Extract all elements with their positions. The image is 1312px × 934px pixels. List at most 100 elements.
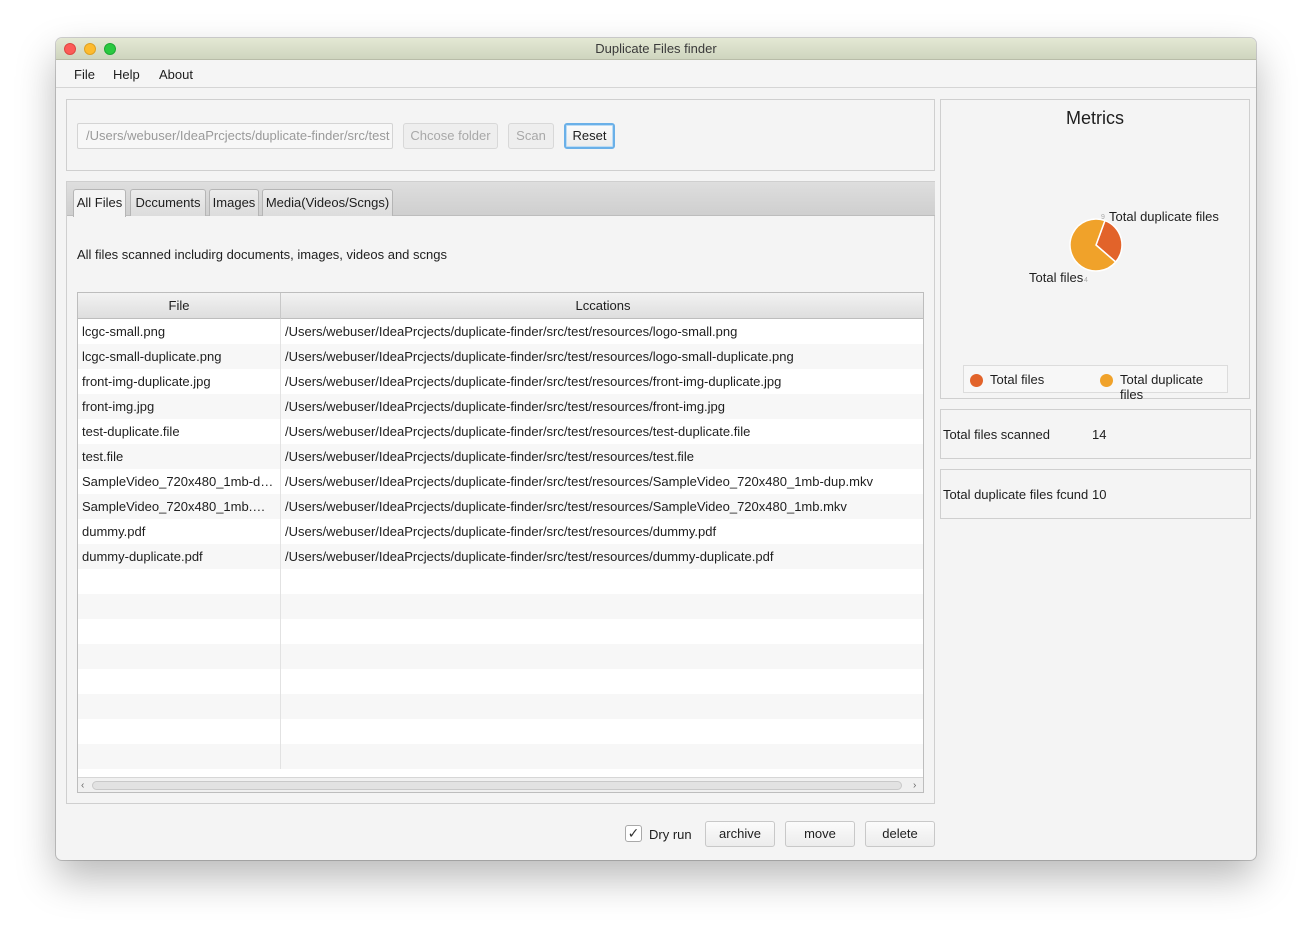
dry-run-label: Dry run — [649, 827, 692, 842]
tab-images[interactable]: Images — [209, 189, 259, 216]
cell-file — [78, 669, 281, 694]
table-row[interactable]: dummy-duplicate.pdf/Users/webuser/IdeaPr… — [78, 544, 923, 569]
title-bar[interactable]: Duplicate Files finder — [56, 38, 1256, 60]
cell-file — [78, 694, 281, 719]
archive-button[interactable]: archive — [705, 821, 775, 847]
table-row[interactable]: lcgc-small-duplicate.png/Users/webuser/I… — [78, 344, 923, 369]
cell-file: front-img.jpg — [78, 394, 281, 419]
metrics-panel: Metrics Total files 4 Total duplicate file… — [940, 99, 1250, 402]
column-header-file[interactable]: File — [78, 293, 281, 319]
stat-duplicates-found: Total duplicate files fcund 10 — [940, 469, 1251, 519]
dry-run-checkbox[interactable]: ✓ — [625, 825, 642, 842]
cell-file: SampleVideo_720x480_1mb-du... — [78, 469, 281, 494]
cell-location: /Users/webuser/IdeaPrcjects/duplicate-fi… — [285, 374, 782, 389]
cell-location: /Users/webuser/IdeaPrcjects/duplicate-fi… — [285, 499, 847, 514]
cell-file: lcgc-small.png — [78, 319, 281, 344]
table-row[interactable] — [78, 744, 923, 769]
stat-label-duplicates-found: Total duplicate files fcund — [943, 487, 1089, 502]
cell-file — [78, 644, 281, 669]
cell-location: /Users/webuser/IdeaPrcjects/duplicate-fi… — [285, 474, 873, 489]
scrollbar-thumb[interactable] — [92, 781, 902, 790]
table-row[interactable] — [78, 569, 923, 594]
tab-media[interactable]: Media(Videos/Scngs) — [262, 189, 393, 216]
cell-file — [78, 594, 281, 619]
checkmark-icon: ✓ — [627, 825, 640, 841]
cell-file: test-duplicate.file — [78, 419, 281, 444]
pie-value-label: 9 — [1101, 214, 1105, 221]
scan-button[interactable]: Scan — [508, 123, 554, 149]
delete-button[interactable]: delete — [865, 821, 935, 847]
cell-location — [281, 594, 923, 619]
app-window: Duplicate Files finder File Help About /… — [56, 38, 1256, 860]
cell-location — [281, 619, 923, 644]
folder-path-input[interactable]: /Users/webuser/IdeaPrcjects/duplicate-fi… — [77, 123, 393, 149]
table-row[interactable] — [78, 644, 923, 669]
cell-location: /Users/webuser/IdeaPrcjects/duplicate-fi… — [285, 399, 726, 414]
chart-legend: Total files Total duplicate files — [963, 365, 1228, 402]
chevron-left-icon[interactable]: ‹ — [81, 778, 84, 792]
window-title: Duplicate Files finder — [595, 41, 717, 56]
table-row[interactable] — [78, 619, 923, 644]
cell-file: dummy.pdf — [78, 519, 281, 544]
tab-all-files[interactable]: All Files — [73, 189, 126, 217]
legend-swatch-total-files — [970, 374, 983, 387]
menu-file[interactable]: File — [74, 67, 95, 82]
table-row[interactable]: front-img-duplicate.jpg/Users/webuser/Id… — [78, 369, 923, 394]
cell-file — [78, 744, 281, 769]
close-window-icon[interactable] — [64, 43, 76, 55]
horizontal-scrollbar[interactable]: ‹ › — [78, 777, 923, 792]
menu-bar: File Help About — [56, 60, 1256, 88]
tab-strip: All Files Dccuments Images Media(Videos/… — [67, 182, 935, 217]
cell-location — [281, 694, 923, 719]
maximize-window-icon[interactable] — [104, 43, 116, 55]
reset-button[interactable]: Reset — [564, 123, 615, 149]
table-header: File Lccations — [78, 293, 923, 319]
stat-files-scanned: Total files scanned 14 — [940, 409, 1251, 459]
table-row[interactable] — [78, 669, 923, 694]
stat-value-files-scanned: 14 — [1092, 427, 1107, 442]
minimize-window-icon[interactable] — [84, 43, 96, 55]
legend-label-total-duplicate-files: Total duplicate files — [1120, 372, 1204, 402]
cell-file: lcgc-small-duplicate.png — [78, 344, 281, 369]
cell-location — [281, 719, 923, 744]
table-row[interactable]: test-duplicate.file/Users/webuser/IdeaPr… — [78, 419, 923, 444]
table-row[interactable]: SampleVideo_720x480_1mb-du... /Users/webu… — [78, 469, 923, 494]
tab-description: All files scanned includirg documents, i… — [77, 247, 447, 262]
move-button[interactable]: move — [785, 821, 855, 847]
table-row[interactable] — [78, 694, 923, 719]
table-row[interactable]: lcgc-small.png/Users/webuser/IdeaPrcject… — [78, 319, 923, 344]
table-body: lcgc-small.png/Users/webuser/IdeaPrcject… — [78, 319, 923, 769]
table-row[interactable] — [78, 719, 923, 744]
tab-documents[interactable]: Dccuments — [130, 189, 206, 216]
table-row[interactable]: SampleVideo_720x480_1mb.mkv/Users/webuse… — [78, 494, 923, 519]
table-row[interactable]: test.file/Users/webuser/IdeaPrcjects/dup… — [78, 444, 923, 469]
stat-label-files-scanned: Total files scanned — [943, 427, 1050, 442]
menu-help[interactable]: Help — [113, 67, 140, 82]
pie-label-total-files: Total files — [1029, 270, 1084, 285]
table-row[interactable]: dummy.pdf/Users/webuser/IdeaPrcjects/dup… — [78, 519, 923, 544]
cell-location — [281, 644, 923, 669]
cell-file: test.file — [78, 444, 281, 469]
stat-value-duplicates-found: 10 — [1092, 487, 1107, 502]
folder-panel: /Users/webuser/IdeaPrcjects/duplicate-fi… — [66, 99, 935, 171]
menu-about[interactable]: About — [159, 67, 193, 82]
cell-location: /Users/webuser/IdeaPrcjects/duplicate-fi… — [285, 324, 738, 339]
cell-file: dummy-duplicate.pdf — [78, 544, 281, 569]
chevron-right-icon[interactable]: › — [913, 778, 916, 792]
table-row[interactable]: front-img.jpg/Users/webuser/IdeaPrcjects… — [78, 394, 923, 419]
pie-chart: Total files 4 Total duplicate files 9 — [1029, 209, 1219, 285]
cell-location: /Users/webuser/IdeaPrcjects/duplicate-fi… — [285, 424, 751, 439]
pie-value-label: 4 — [1084, 277, 1088, 284]
choose-folder-button[interactable]: Chcose folder — [403, 123, 498, 149]
cell-location: /Users/webuser/IdeaPrcjects/duplicate-fi… — [285, 524, 717, 539]
cell-file: front-img-duplicate.jpg — [78, 369, 281, 394]
cell-file — [78, 569, 281, 594]
cell-location: /Users/webuser/IdeaPrcjects/duplicate-fi… — [285, 349, 794, 364]
table-row[interactable] — [78, 594, 923, 619]
cell-location: /Users/webuser/IdeaPrcjects/duplicate-fi… — [285, 449, 694, 464]
column-header-locations[interactable]: Lccations — [281, 293, 923, 319]
legend-label-total-files: Total files — [990, 372, 1045, 387]
cell-location — [281, 569, 923, 594]
pie-label-total-duplicate-files: Total duplicate files — [1109, 209, 1219, 224]
results-panel: All Files Dccuments Images Media(Videos/… — [66, 181, 935, 804]
